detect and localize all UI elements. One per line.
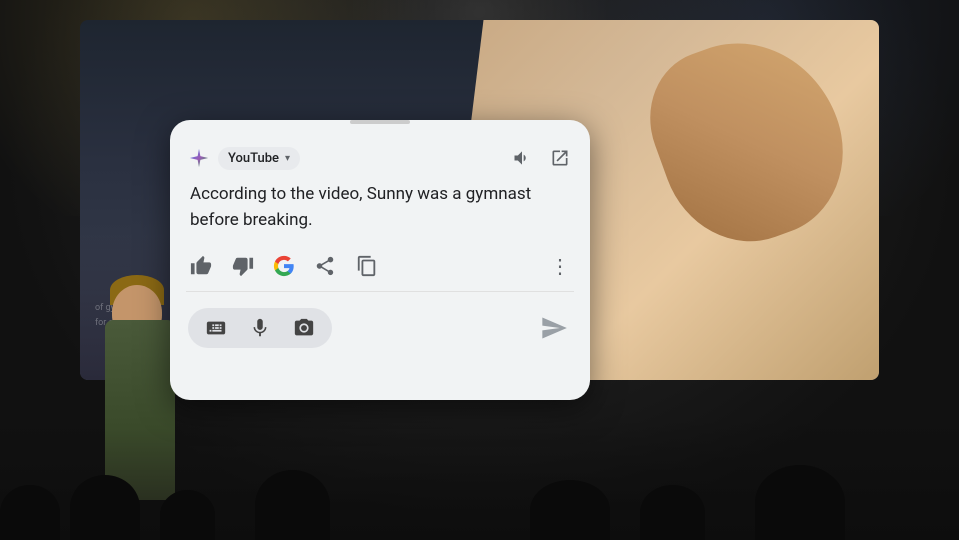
google-g-icon[interactable] (272, 254, 296, 278)
source-pill[interactable]: YouTube ▾ (218, 147, 300, 170)
source-name: YouTube (228, 151, 279, 166)
card-top-bar-left: YouTube ▾ (188, 147, 300, 170)
card-content: According to the video, Sunny was a gymn… (170, 178, 590, 245)
thumbs-up-icon[interactable] (188, 253, 214, 279)
chevron-down-icon: ▾ (285, 153, 290, 164)
audience-head-3 (160, 490, 215, 540)
gymnast-figure (630, 20, 868, 265)
audience-head-4 (255, 470, 330, 540)
gemini-star-icon (188, 147, 210, 169)
audience-silhouettes (0, 460, 959, 540)
audience-head-5 (530, 480, 610, 540)
speaker-icon[interactable] (510, 146, 534, 170)
card-top-bar: YouTube ▾ (170, 132, 590, 178)
response-text: According to the video, Sunny was a gymn… (190, 182, 570, 233)
card-bottom (170, 296, 590, 362)
send-button[interactable] (536, 310, 572, 346)
card-actions: ⋮ (170, 245, 590, 287)
thumbs-down-icon[interactable] (230, 253, 256, 279)
copy-icon[interactable] (354, 253, 380, 279)
card-notch (350, 120, 410, 124)
card-top-bar-right (510, 146, 572, 170)
keyboard-icon[interactable] (204, 316, 228, 340)
assistant-card: YouTube ▾ According to the video, Sunny … (170, 120, 590, 400)
card-divider (186, 291, 574, 292)
more-options-button[interactable]: ⋮ (550, 254, 572, 278)
camera-icon[interactable] (292, 316, 316, 340)
external-link-icon[interactable] (548, 146, 572, 170)
audience-head-2 (70, 475, 140, 540)
input-icons-group (188, 308, 332, 348)
audience-head-7 (755, 465, 845, 540)
microphone-icon[interactable] (248, 316, 272, 340)
audience-head-1 (0, 485, 60, 540)
share-icon[interactable] (312, 253, 338, 279)
audience-head-6 (640, 485, 705, 540)
action-icons-left (188, 253, 380, 279)
